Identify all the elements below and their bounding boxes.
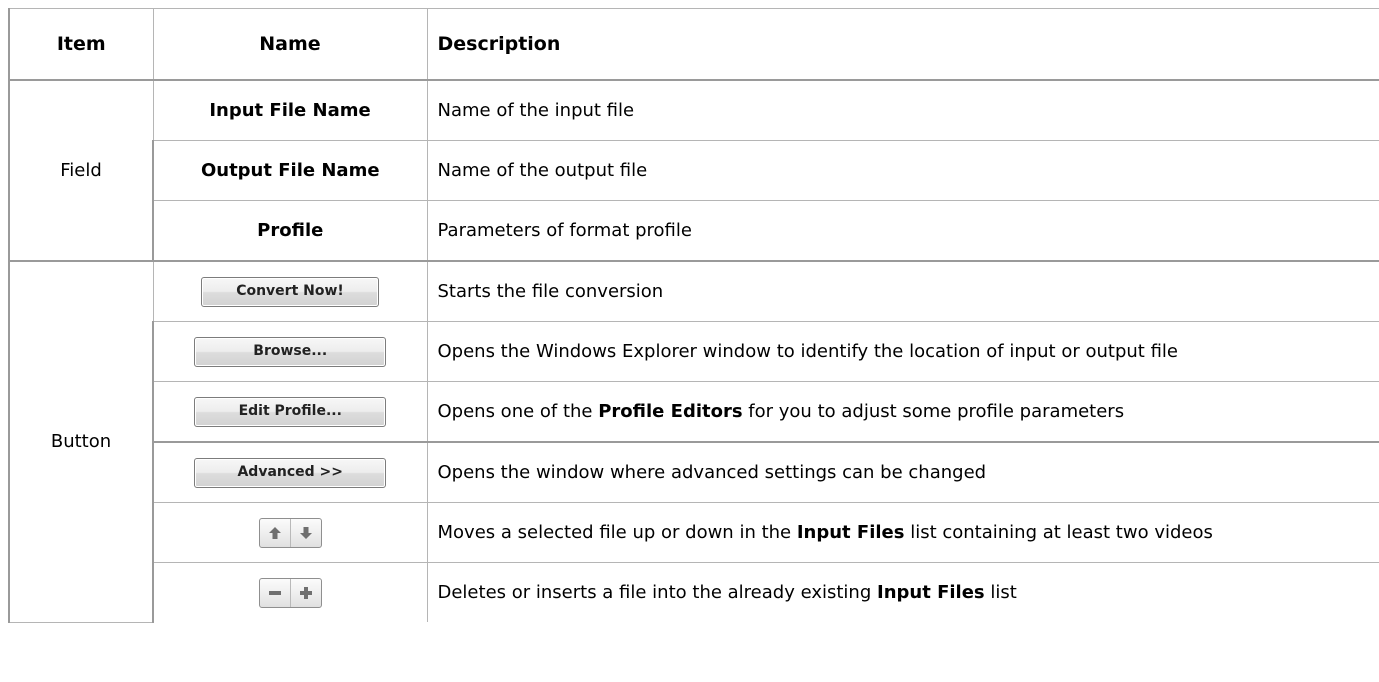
button-cell: Browse... [152, 321, 428, 382]
group-label-field: Field [8, 79, 154, 262]
description-text: for you to adjust some profile parameter… [742, 401, 1125, 422]
table-row: Button Convert Now! Starts the file conv… [8, 260, 1379, 623]
reference-table: Item Name Description Field Input File N… [8, 8, 1379, 623]
description-bold-text: Input Files [796, 522, 905, 543]
description-text: Moves a selected file up or down in the [437, 522, 797, 543]
field-name-profile: Profile [152, 200, 428, 262]
description-bold-text: Profile Editors [598, 401, 743, 422]
edit-profile-button[interactable]: Edit Profile... [194, 396, 387, 427]
button-cell [152, 562, 428, 622]
button-description: Opens one of the Profile Editors for you… [426, 381, 1379, 443]
arrow-down-icon [299, 526, 312, 539]
table-row: Field Input File Name Name of the input … [8, 79, 1379, 262]
header-description: Description [426, 8, 1379, 81]
button-cell: Advanced >> [152, 441, 428, 503]
table-row: Output File Name Name of the output file [9, 140, 1379, 201]
table-row: Profile Parameters of format profile [9, 200, 1379, 262]
table-row: Deletes or inserts a file into the alrea… [9, 562, 1379, 622]
button-cell [152, 502, 428, 563]
field-name-input-file: Input File Name [152, 79, 428, 141]
table-row: Advanced >> Opens the window where advan… [9, 441, 1379, 503]
field-name-output-file: Output File Name [152, 140, 428, 201]
description-text: list containing at least two videos [904, 522, 1213, 543]
button-cell: Convert Now! [152, 260, 428, 322]
browse-button[interactable]: Browse... [194, 336, 387, 367]
button-description: Deletes or inserts a file into the alrea… [426, 562, 1379, 622]
page: Item Name Description Field Input File N… [0, 0, 1379, 682]
header-row: Item Name Description [8, 8, 1379, 81]
table-row: Moves a selected file up or down in the … [9, 502, 1379, 563]
field-description: Name of the output file [426, 140, 1379, 201]
button-description: Opens the Windows Explorer window to ide… [426, 321, 1379, 382]
header-name: Name [152, 8, 428, 81]
field-description: Parameters of format profile [426, 200, 1379, 262]
description-bold-text: Input Files [877, 582, 985, 603]
move-up-button[interactable] [260, 519, 290, 547]
button-cell: Edit Profile... [152, 381, 428, 443]
advanced-button[interactable]: Advanced >> [194, 457, 387, 488]
add-remove-buttons [258, 577, 322, 608]
convert-now-button[interactable]: Convert Now! [201, 276, 379, 307]
delete-file-button[interactable] [260, 579, 290, 607]
field-description: Name of the input file [426, 79, 1379, 141]
header-item: Item [8, 8, 154, 81]
button-description: Starts the file conversion [426, 260, 1379, 322]
move-down-button[interactable] [289, 518, 321, 547]
description-text: list [984, 582, 1017, 603]
button-description: Opens the window where advanced settings… [426, 441, 1379, 503]
table-row: Edit Profile... Opens one of the Profile… [9, 381, 1379, 443]
table-row: Browse... Opens the Windows Explorer win… [9, 321, 1379, 382]
minus-icon [268, 590, 281, 595]
arrow-up-icon [268, 526, 281, 539]
description-text: Opens one of the [437, 401, 599, 422]
button-description: Moves a selected file up or down in the … [426, 502, 1379, 563]
insert-file-button[interactable] [289, 578, 321, 607]
move-buttons [258, 517, 322, 548]
description-text: Deletes or inserts a file into the alrea… [437, 582, 877, 603]
plus-icon [299, 586, 312, 599]
group-label-button: Button [8, 260, 154, 623]
